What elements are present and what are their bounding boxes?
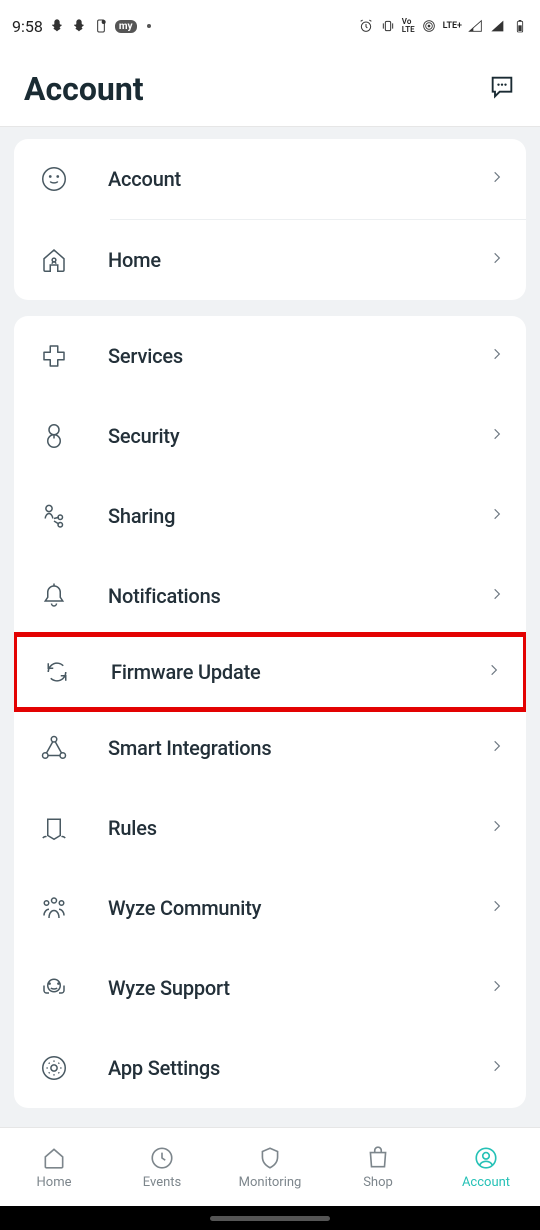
- vibrate-icon: [380, 18, 396, 34]
- hotspot-icon: [421, 18, 437, 34]
- plus-icon: [36, 341, 72, 371]
- row-security[interactable]: Security: [14, 396, 526, 476]
- alarm-icon: [358, 18, 374, 34]
- phone-share-icon: [93, 18, 109, 34]
- row-label: Services: [108, 344, 490, 368]
- group-settings: Services Security Sharing Notifications: [14, 316, 526, 1108]
- smiley-icon: [36, 164, 72, 194]
- nav-home[interactable]: Home: [0, 1128, 108, 1206]
- row-services[interactable]: Services: [14, 316, 526, 396]
- row-app-settings[interactable]: App Settings: [14, 1028, 526, 1108]
- messages-button[interactable]: [488, 73, 516, 105]
- row-firmware-update[interactable]: Firmware Update: [14, 632, 526, 712]
- chevron-right-icon: [490, 1055, 504, 1081]
- chevron-right-icon: [490, 975, 504, 1001]
- row-label: Sharing: [108, 504, 490, 528]
- nav-account[interactable]: Account: [432, 1128, 540, 1206]
- row-label: Wyze Community: [108, 896, 490, 920]
- lock-icon: [36, 421, 72, 451]
- chat-icon: [488, 73, 516, 101]
- bag-icon: [365, 1145, 391, 1171]
- chevron-right-icon: [490, 247, 504, 273]
- clock-icon: [149, 1145, 175, 1171]
- chevron-right-icon: [490, 895, 504, 921]
- row-home[interactable]: Home: [14, 220, 526, 300]
- nav-shop[interactable]: Shop: [324, 1128, 432, 1206]
- headset-icon: [36, 973, 72, 1003]
- row-label: App Settings: [108, 1056, 490, 1080]
- account-icon: [473, 1145, 499, 1171]
- nav-label: Shop: [363, 1175, 393, 1190]
- group-profile: Account Home: [14, 139, 526, 300]
- house-icon: [36, 245, 72, 275]
- row-label: Security: [108, 424, 490, 448]
- bottom-nav: Home Events Monitoring Shop Account: [0, 1128, 540, 1206]
- row-label: Account: [108, 167, 490, 191]
- gesture-pill[interactable]: [210, 1216, 330, 1221]
- row-wyze-community[interactable]: Wyze Community: [14, 868, 526, 948]
- my-app-icon: my: [115, 20, 137, 33]
- snapchat-icon-2: [71, 18, 87, 34]
- share-icon: [36, 501, 72, 531]
- row-account[interactable]: Account: [14, 139, 526, 219]
- nav-label: Events: [143, 1175, 181, 1190]
- row-label: Firmware Update: [111, 660, 487, 684]
- bell-icon: [36, 581, 72, 611]
- row-label: Notifications: [108, 584, 490, 608]
- page-title: Account: [24, 70, 144, 108]
- chevron-right-icon: [487, 659, 501, 685]
- row-rules[interactable]: Rules: [14, 788, 526, 868]
- rules-icon: [36, 813, 72, 843]
- chevron-right-icon: [490, 503, 504, 529]
- row-wyze-support[interactable]: Wyze Support: [14, 948, 526, 1028]
- chevron-right-icon: [490, 735, 504, 761]
- battery-icon: [512, 18, 528, 34]
- volte-indicator: VoLTE: [402, 18, 415, 34]
- gear-icon: [36, 1053, 72, 1083]
- status-right: VoLTE LTE+: [358, 18, 528, 34]
- chevron-right-icon: [490, 423, 504, 449]
- nodes-icon: [36, 733, 72, 763]
- row-label: Home: [108, 248, 490, 272]
- chevron-right-icon: [490, 815, 504, 841]
- chevron-right-icon: [490, 343, 504, 369]
- page-header: Account: [0, 52, 540, 127]
- chevron-right-icon: [490, 166, 504, 192]
- row-label: Wyze Support: [108, 976, 490, 1000]
- row-label: Rules: [108, 816, 490, 840]
- bottom-nav-container: Home Events Monitoring Shop Account: [0, 1127, 540, 1206]
- home-icon: [41, 1145, 67, 1171]
- signal-bar-2-icon: [490, 18, 506, 34]
- row-notifications[interactable]: Notifications: [14, 556, 526, 636]
- signal-bar-1-icon: [468, 18, 484, 34]
- status-time: 9:58: [12, 17, 43, 36]
- row-smart-integrations[interactable]: Smart Integrations: [14, 708, 526, 788]
- chevron-right-icon: [490, 583, 504, 609]
- nav-events[interactable]: Events: [108, 1128, 216, 1206]
- row-sharing[interactable]: Sharing: [14, 476, 526, 556]
- nav-label: Home: [37, 1175, 72, 1190]
- nav-monitoring[interactable]: Monitoring: [216, 1128, 324, 1206]
- community-icon: [36, 893, 72, 923]
- gesture-bar: [0, 1206, 540, 1230]
- row-label: Smart Integrations: [108, 736, 490, 760]
- nav-label: Account: [462, 1175, 510, 1190]
- nav-label: Monitoring: [239, 1175, 302, 1190]
- refresh-icon: [39, 657, 75, 687]
- more-notifications-dot: [147, 24, 151, 28]
- status-left: 9:58 my: [12, 17, 151, 36]
- network-type: LTE+: [443, 22, 462, 31]
- shield-icon: [257, 1145, 283, 1171]
- snapchat-icon-1: [49, 18, 65, 34]
- status-bar: 9:58 my VoLTE LTE+: [0, 0, 540, 52]
- settings-scroll[interactable]: Account Home Services Security: [0, 127, 540, 1127]
